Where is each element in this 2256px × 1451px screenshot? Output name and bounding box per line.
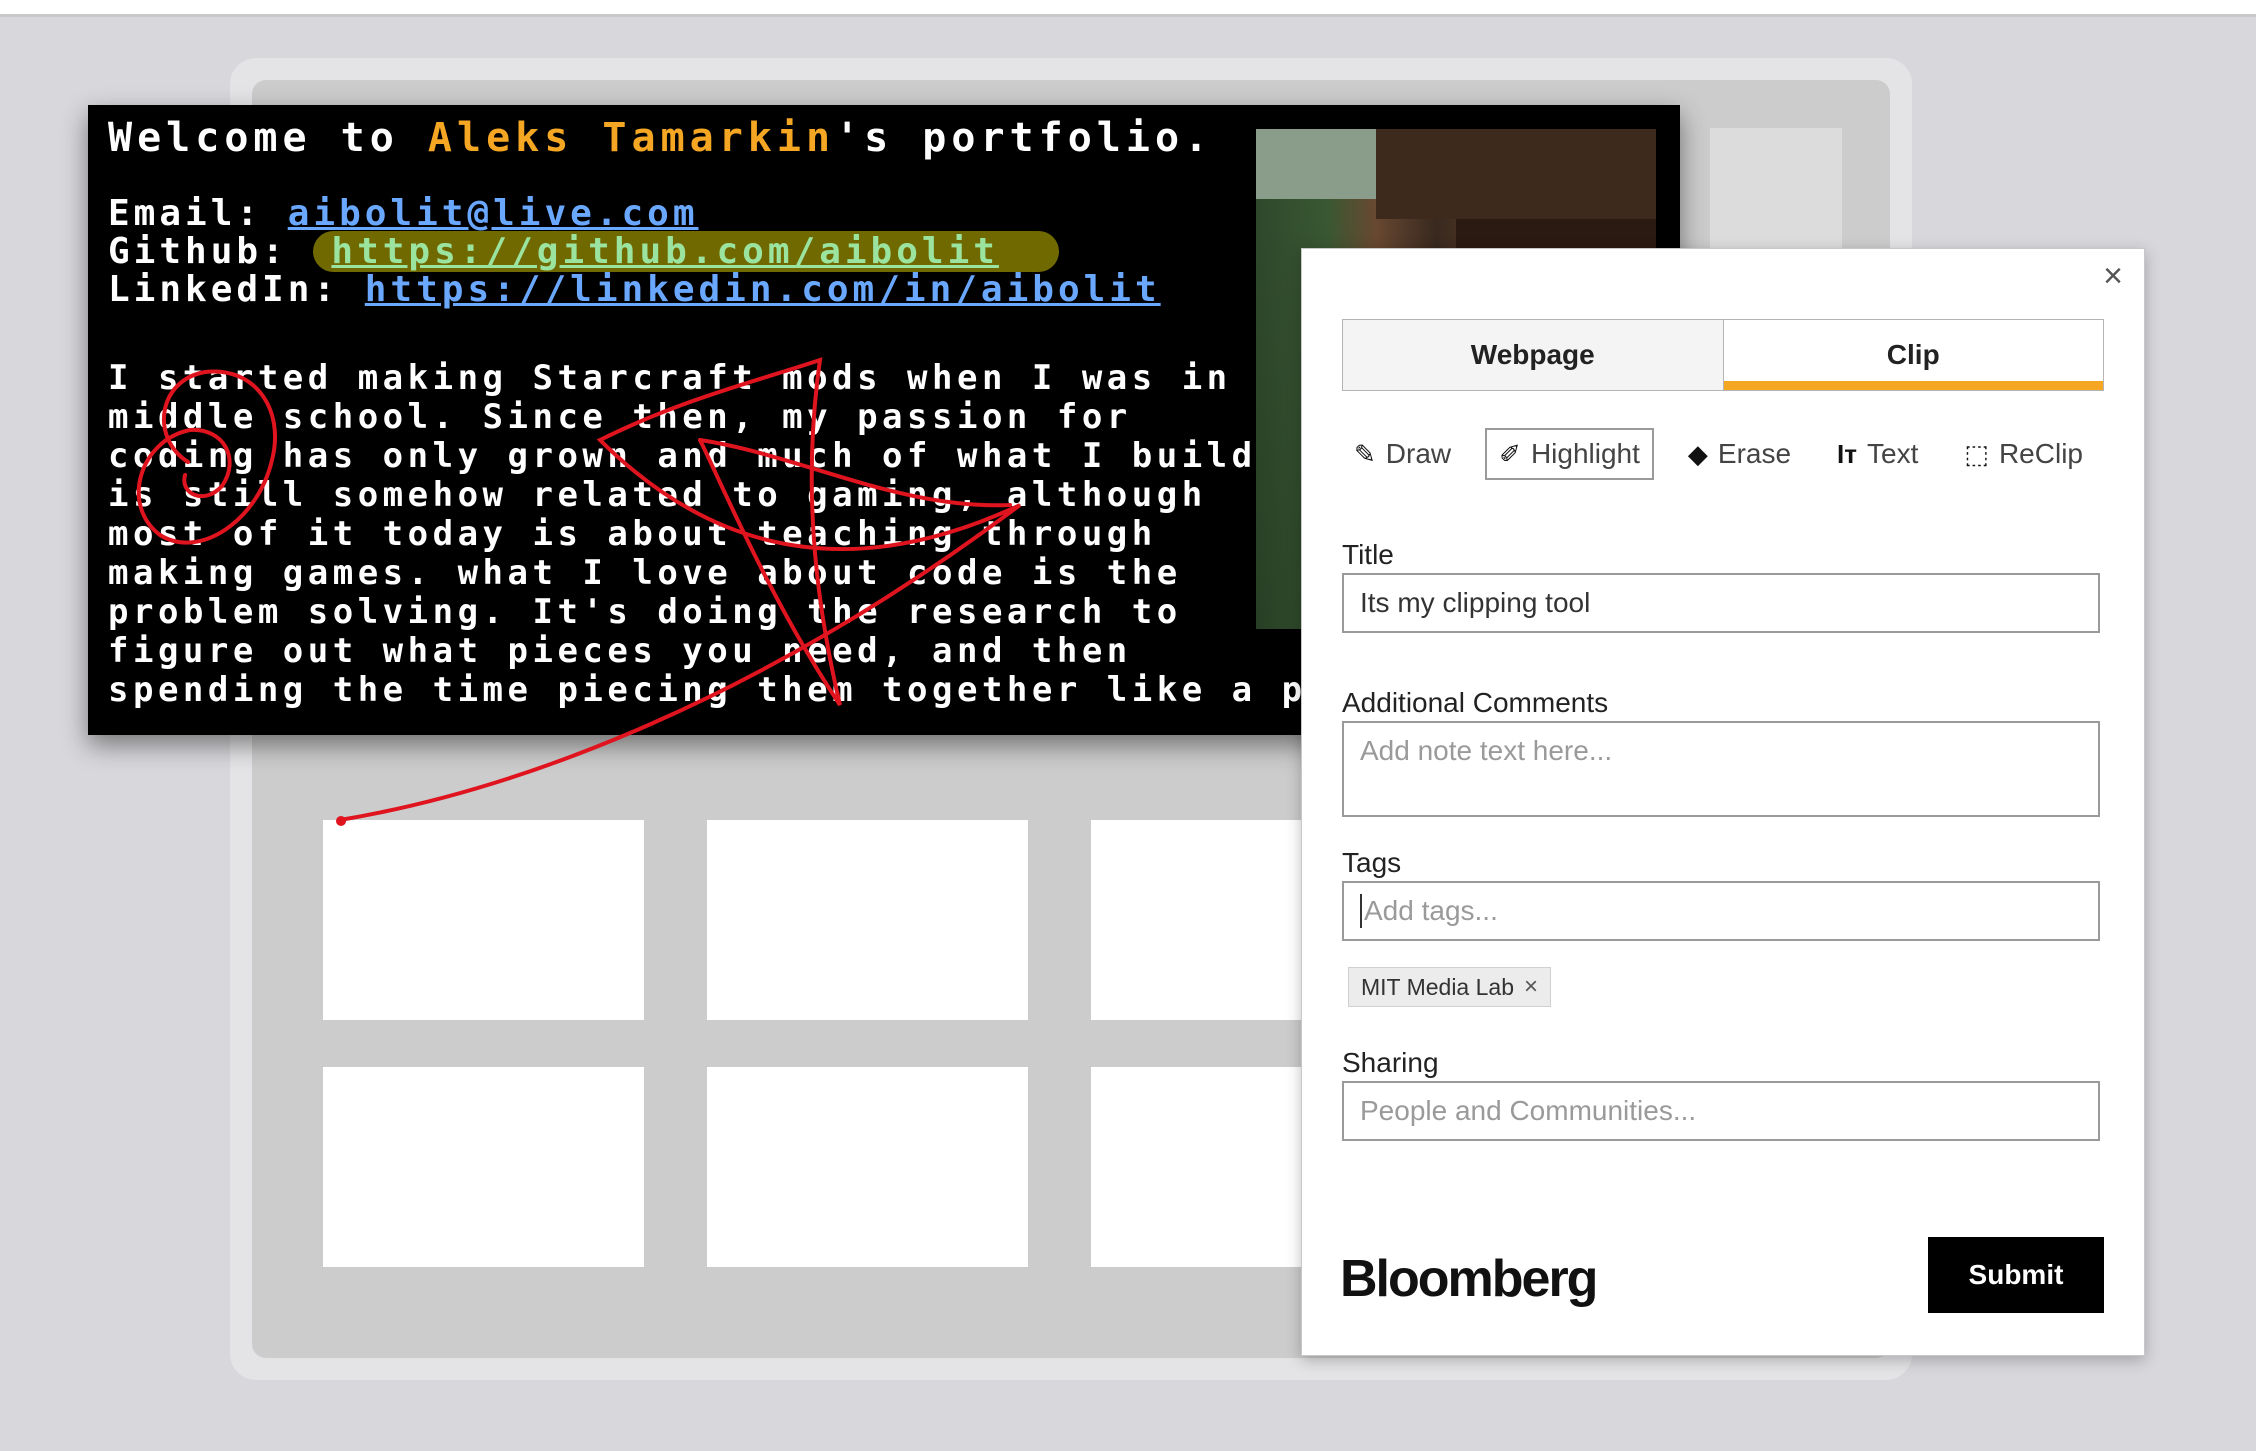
- grid-tile[interactable]: [323, 820, 644, 1020]
- tags-label: Tags: [1342, 847, 1402, 878]
- erase-tool-button[interactable]: ◆ Erase: [1676, 430, 1803, 478]
- comments-textarea[interactable]: Add note text here...: [1342, 721, 2100, 817]
- github-link-highlighted[interactable]: https://github.com/aibolit: [313, 231, 1059, 272]
- browser-top-bar: [0, 0, 2256, 17]
- text-icon: Iᴛ: [1837, 438, 1858, 469]
- marker-icon: ✐: [1499, 438, 1521, 469]
- bio-paragraph: I started making Starcraft mods when I w…: [108, 358, 1357, 710]
- linkedin-link[interactable]: https://linkedin.com/in/aibolit: [365, 269, 1161, 310]
- clipping-panel: × Webpage Clip ✎ Draw ✐ Highlight ◆ Erase I…: [1301, 248, 2145, 1356]
- email-line: Email: aibolit@live.com: [108, 193, 699, 234]
- sharing-label: Sharing: [1342, 1047, 1439, 1078]
- eraser-icon: ◆: [1687, 438, 1708, 469]
- reclip-tool-button[interactable]: ⬚ ReClip: [1952, 430, 2095, 478]
- title-input[interactable]: Its my clipping tool: [1342, 573, 2100, 633]
- pencil-icon: ✎: [1354, 438, 1376, 469]
- owner-name: Aleks Tamarkin: [427, 115, 836, 161]
- grid-tile[interactable]: [323, 1067, 644, 1267]
- highlight-tool-button[interactable]: ✐ Highlight: [1485, 428, 1654, 480]
- tab-webpage[interactable]: Webpage: [1343, 320, 1724, 390]
- reclip-icon: ⬚: [1964, 438, 1989, 469]
- title-label: Title: [1342, 539, 1394, 570]
- tags-input[interactable]: Add tags...: [1342, 881, 2100, 941]
- close-icon[interactable]: ×: [2096, 259, 2130, 293]
- submit-button[interactable]: Submit: [1928, 1237, 2104, 1313]
- linkedin-line: LinkedIn: https://linkedin.com/in/aiboli…: [108, 269, 1161, 310]
- grid-tile[interactable]: [707, 820, 1028, 1020]
- remove-tag-icon[interactable]: ×: [1524, 973, 1538, 1001]
- tag-chip-label: MIT Media Lab: [1361, 973, 1514, 1000]
- mode-tabs: Webpage Clip: [1342, 319, 2104, 391]
- welcome-heading: Welcome to Aleks Tamarkin's portfolio.: [108, 115, 1214, 161]
- text-tool-button[interactable]: Iᴛ Text: [1825, 430, 1930, 478]
- text-caret: [1360, 894, 1362, 928]
- comments-label: Additional Comments: [1342, 687, 1609, 718]
- annotation-toolbar: ✎ Draw ✐ Highlight ◆ Erase Iᴛ Text ⬚ ReClip: [1342, 428, 2122, 480]
- bloomberg-logo: Bloomberg: [1340, 1250, 1598, 1308]
- draw-tool-button[interactable]: ✎ Draw: [1342, 430, 1463, 478]
- tag-chip: MIT Media Lab ×: [1348, 967, 1551, 1007]
- github-line: Github: https://github.com/aibolit: [108, 231, 1059, 272]
- sharing-input[interactable]: People and Communities...: [1342, 1081, 2100, 1141]
- grid-tile[interactable]: [707, 1067, 1028, 1267]
- tab-clip[interactable]: Clip: [1723, 320, 2103, 390]
- email-link[interactable]: aibolit@live.com: [288, 193, 699, 234]
